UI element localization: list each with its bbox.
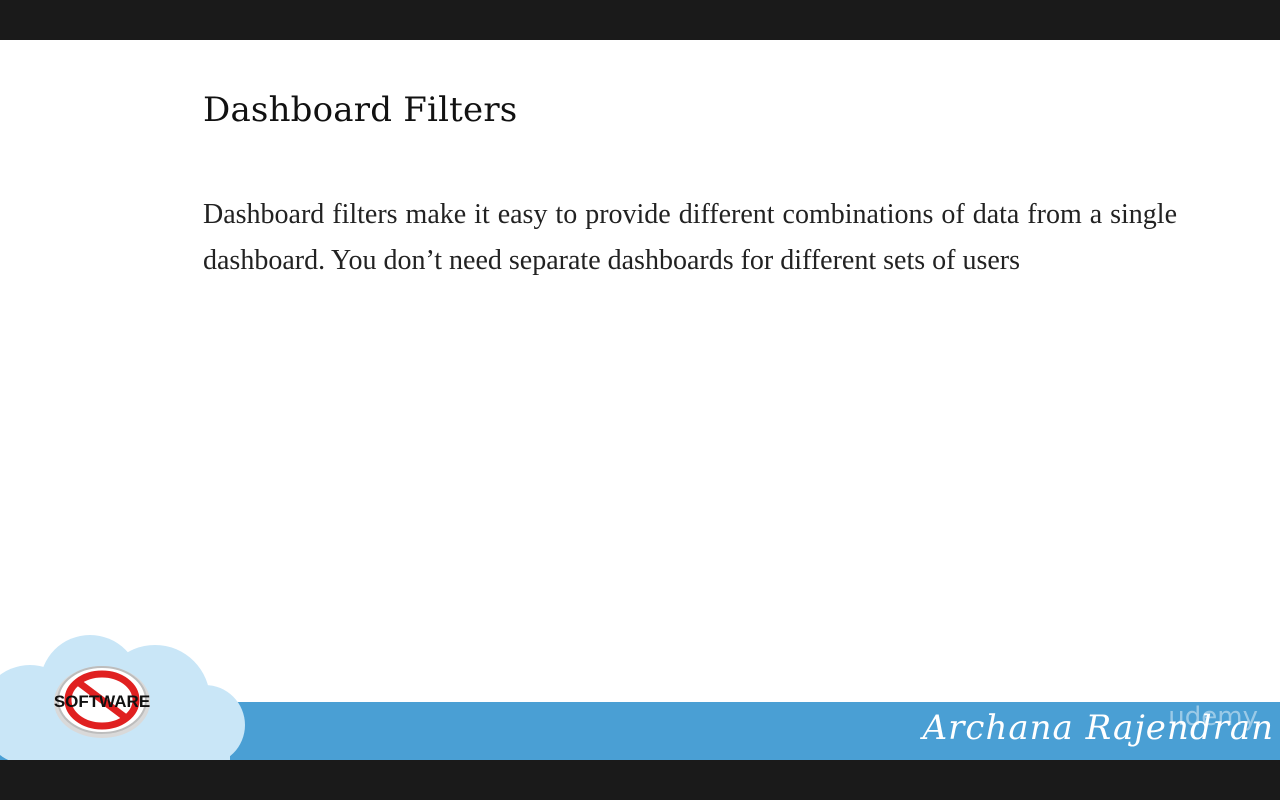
author-signature: Archana Rajendran (922, 708, 1274, 748)
slide: Dashboard Filters Dashboard filters make… (0, 40, 1280, 760)
letterbox-top (0, 0, 1280, 40)
letterbox-bottom (0, 760, 1280, 800)
no-software-logo-icon: SOFTWARE (54, 666, 150, 738)
logo-text: SOFTWARE (54, 692, 150, 711)
slide-title: Dashboard Filters (203, 90, 518, 130)
slide-body-text: Dashboard filters make it easy to provid… (203, 199, 1177, 276)
